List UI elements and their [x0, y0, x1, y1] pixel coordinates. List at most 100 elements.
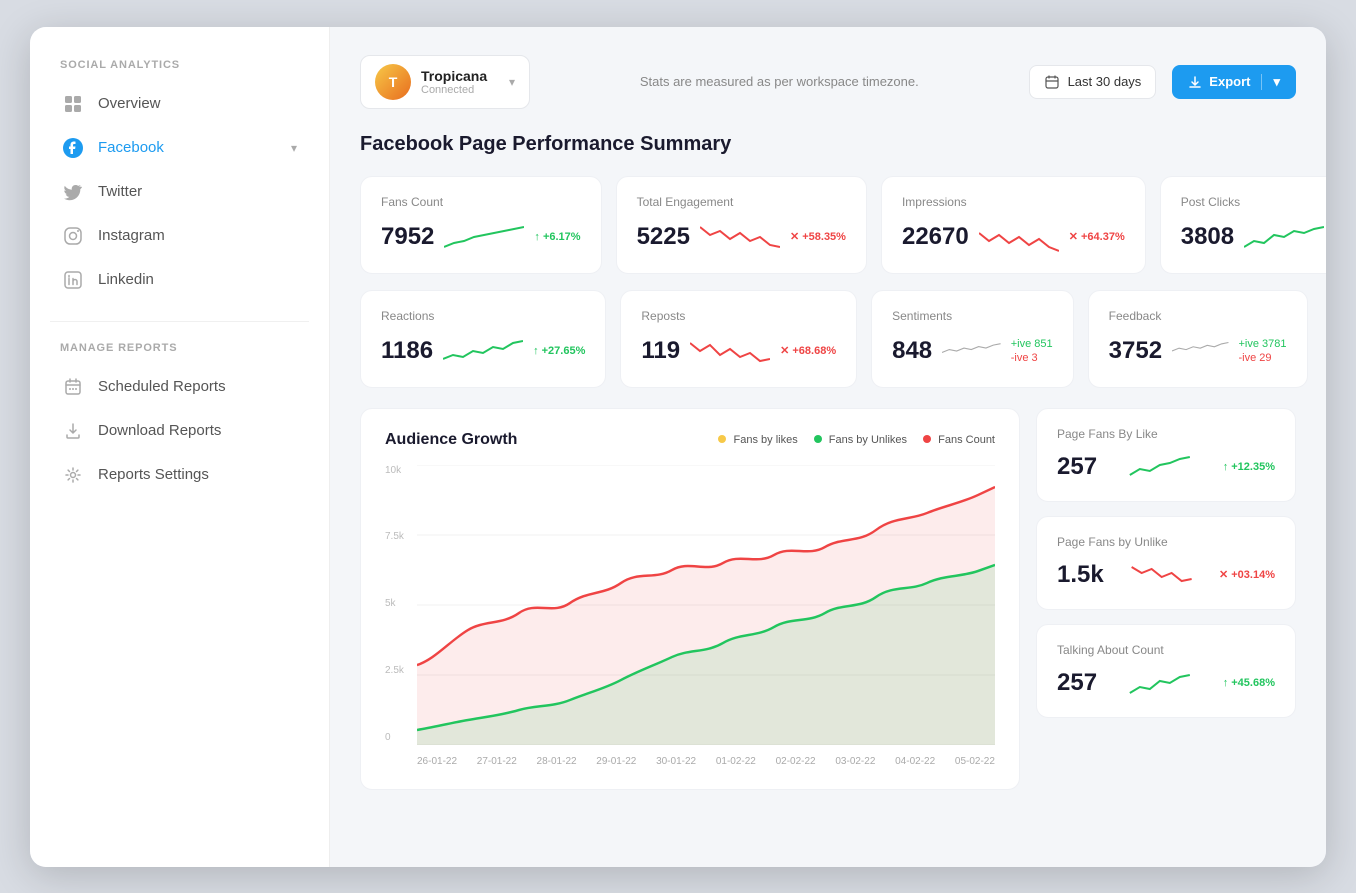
sidebar-item-scheduled-reports[interactable]: Scheduled Reports — [50, 366, 309, 408]
brand-selector[interactable]: T Tropicana Connected ▾ — [360, 55, 530, 109]
feedback-neg: -ive 29 — [1239, 352, 1287, 364]
reposts-value: 119 — [641, 337, 680, 365]
total-engagement-label: Total Engagement — [637, 195, 846, 209]
sidebar-facebook-label: Facebook — [98, 139, 164, 156]
social-analytics-label: SOCIAL ANALYTICS — [50, 59, 309, 71]
chart-title: Audience Growth — [385, 431, 517, 449]
talking-about-value: 257 — [1057, 669, 1097, 697]
metric-sentiments: Sentiments 848 +ive 851 -ive 3 — [871, 290, 1074, 388]
fans-like-label: Page Fans By Like — [1057, 427, 1275, 441]
x-label-1: 27-01-22 — [477, 756, 517, 767]
x-label-6: 02-02-22 — [776, 756, 816, 767]
metric-fans-count: Fans Count 7952 ↑ +6.17% — [360, 176, 602, 274]
fans-like-change: ↑ +12.35% — [1223, 461, 1275, 473]
total-engagement-change: ✕ +58.35% — [790, 230, 846, 243]
scheduled-reports-label: Scheduled Reports — [98, 378, 226, 395]
talking-about-change: ↑ +45.68% — [1223, 677, 1275, 689]
sidebar-instagram-label: Instagram — [98, 227, 165, 244]
manage-reports-label: MANAGE REPORTS — [50, 342, 309, 354]
instagram-icon — [62, 225, 84, 247]
sidebar-overview-label: Overview — [98, 95, 161, 112]
export-button[interactable]: Export ▾ — [1172, 65, 1296, 99]
sentiments-pos: +ive 851 — [1011, 338, 1053, 350]
settings-icon — [62, 464, 84, 486]
metrics-row-1: Fans Count 7952 ↑ +6.17% Total Engagemen… — [360, 176, 1296, 274]
y-label-0: 0 — [385, 732, 413, 743]
sidebar-divider — [50, 321, 309, 322]
impressions-change: ✕ +64.37% — [1069, 230, 1125, 243]
impressions-label: Impressions — [902, 195, 1125, 209]
sidebar-item-download-reports[interactable]: Download Reports — [50, 410, 309, 452]
metrics-row-2: Reactions 1186 ↑ +27.65% Reposts 119 — [360, 290, 1296, 388]
sidebar-twitter-label: Twitter — [98, 183, 142, 200]
app-container: SOCIAL ANALYTICS Overview Faceb — [30, 27, 1326, 867]
x-label-7: 03-02-22 — [835, 756, 875, 767]
reposts-label: Reposts — [641, 309, 836, 323]
fans-unlike-change: ✕ +03.14% — [1219, 568, 1275, 581]
sentiments-label: Sentiments — [892, 309, 1053, 323]
sidebar-linkedin-label: Linkedin — [98, 271, 154, 288]
y-label-7k5: 7.5k — [385, 531, 413, 542]
x-label-2: 28-01-22 — [537, 756, 577, 767]
feedback-value: 3752 — [1109, 337, 1162, 365]
sentiments-neg: -ive 3 — [1011, 352, 1053, 364]
reposts-change: ✕ +68.68% — [780, 344, 836, 357]
audience-growth-card: Audience Growth Fans by likes Fans by Un… — [360, 408, 1020, 790]
post-clicks-label: Post Clicks — [1181, 195, 1326, 209]
sidebar-item-twitter[interactable]: Twitter — [50, 171, 309, 213]
page-title: Facebook Page Performance Summary — [360, 133, 1296, 156]
x-label-5: 01-02-22 — [716, 756, 756, 767]
fans-like-sparkline — [1107, 451, 1213, 483]
sidebar-item-instagram[interactable]: Instagram — [50, 215, 309, 257]
x-label-0: 26-01-22 — [417, 756, 457, 767]
x-label-3: 29-01-22 — [596, 756, 636, 767]
brand-logo: T — [375, 64, 411, 100]
talking-about-sparkline — [1107, 667, 1213, 699]
reactions-sparkline — [443, 333, 523, 369]
chevron-down-icon: ▾ — [291, 141, 297, 155]
sidebar-item-overview[interactable]: Overview — [50, 83, 309, 125]
legend-dot-unlikes — [814, 435, 822, 443]
facebook-icon — [62, 137, 84, 159]
fans-count-row: 7952 ↑ +6.17% — [381, 219, 581, 255]
legend-fans-likes: Fans by likes — [718, 434, 797, 446]
post-clicks-row: 3808 ↑ +31.25% — [1181, 219, 1326, 255]
right-panel: Page Fans By Like 257 ↑ +12.35% Page Fan… — [1036, 408, 1296, 790]
impressions-sparkline — [979, 219, 1059, 255]
grid-icon — [62, 93, 84, 115]
linkedin-icon — [62, 269, 84, 291]
talking-about-row: 257 ↑ +45.68% — [1057, 667, 1275, 699]
feedback-label: Feedback — [1109, 309, 1287, 323]
calendar-icon — [62, 376, 84, 398]
date-range-button[interactable]: Last 30 days — [1029, 65, 1157, 99]
fans-like-value: 257 — [1057, 453, 1097, 481]
x-label-9: 05-02-22 — [955, 756, 995, 767]
reactions-row: 1186 ↑ +27.65% — [381, 333, 585, 369]
metric-feedback: Feedback 3752 +ive 3781 -ive 29 — [1088, 290, 1308, 388]
chart-legend: Fans by likes Fans by Unlikes Fans Count — [718, 434, 995, 446]
metric-total-engagement: Total Engagement 5225 ✕ +58.35% — [616, 176, 867, 274]
side-metric-talking-about: Talking About Count 257 ↑ +45.68% — [1036, 624, 1296, 718]
reports-settings-label: Reports Settings — [98, 466, 209, 483]
total-engagement-value: 5225 — [637, 223, 690, 251]
main-content: T Tropicana Connected ▾ Stats are measur… — [330, 27, 1326, 867]
feedback-pos: +ive 3781 — [1239, 338, 1287, 350]
sidebar-item-reports-settings[interactable]: Reports Settings — [50, 454, 309, 496]
metric-reactions: Reactions 1186 ↑ +27.65% — [360, 290, 606, 388]
side-metric-fans-unlike: Page Fans by Unlike 1.5k ✕ +03.14% — [1036, 516, 1296, 610]
chart-wrapper: 10k 7.5k 5k 2.5k 0 — [385, 465, 995, 767]
sidebar-item-linkedin[interactable]: Linkedin — [50, 259, 309, 301]
impressions-value: 22670 — [902, 223, 969, 251]
reactions-change: ↑ +27.65% — [533, 345, 585, 357]
chart-svg — [417, 465, 995, 745]
download-reports-label: Download Reports — [98, 422, 221, 439]
sidebar: SOCIAL ANALYTICS Overview Faceb — [30, 27, 330, 867]
main-header: T Tropicana Connected ▾ Stats are measur… — [360, 55, 1296, 109]
export-chevron-icon: ▾ — [1273, 74, 1280, 90]
metric-post-clicks: Post Clicks 3808 ↑ +31.25% — [1160, 176, 1326, 274]
sidebar-item-facebook[interactable]: Facebook ▾ — [50, 127, 309, 169]
brand-info: Tropicana Connected — [421, 68, 499, 96]
y-label-10k: 10k — [385, 465, 413, 476]
side-metric-fans-like: Page Fans By Like 257 ↑ +12.35% — [1036, 408, 1296, 502]
impressions-row: 22670 ✕ +64.37% — [902, 219, 1125, 255]
